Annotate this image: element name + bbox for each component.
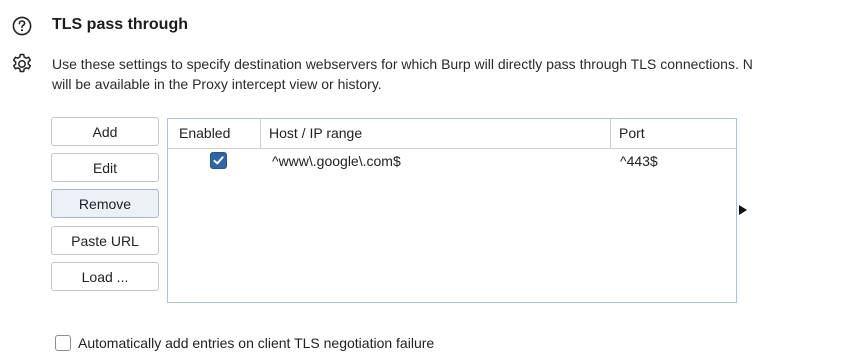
load-button[interactable]: Load ... [51,262,159,291]
help-icon[interactable] [12,16,32,36]
gear-icon[interactable] [10,52,34,76]
checkmark-icon [213,156,224,165]
expand-arrow-icon[interactable] [739,205,747,215]
port-cell: ^443$ [620,153,658,169]
description-line-2: will be available in the Proxy intercept… [52,76,382,92]
paste-url-button[interactable]: Paste URL [51,226,159,255]
add-button[interactable]: Add [51,117,159,146]
section-title: TLS pass through [52,16,188,33]
column-header-enabled[interactable]: Enabled [168,119,260,148]
tls-pass-through-table[interactable]: Enabled Host / IP range Port ^www\.googl… [167,118,737,303]
auto-add-checkbox[interactable] [55,335,71,351]
table-row[interactable]: ^www\.google\.com$ ^443$ [168,149,736,173]
host-cell: ^www\.google\.com$ [272,153,401,169]
auto-add-option[interactable]: Automatically add entries on client TLS … [55,333,434,353]
enabled-checkbox[interactable] [210,152,227,169]
description-line-1: Use these settings to specify destinatio… [52,56,753,72]
remove-button[interactable]: Remove [51,189,159,218]
column-header-host[interactable]: Host / IP range [260,119,610,148]
edit-button[interactable]: Edit [51,153,159,182]
table-header: Enabled Host / IP range Port [168,119,736,149]
auto-add-label: Automatically add entries on client TLS … [78,335,435,351]
section-description: Use these settings to specify destinatio… [52,54,852,94]
column-header-port[interactable]: Port [610,119,736,148]
